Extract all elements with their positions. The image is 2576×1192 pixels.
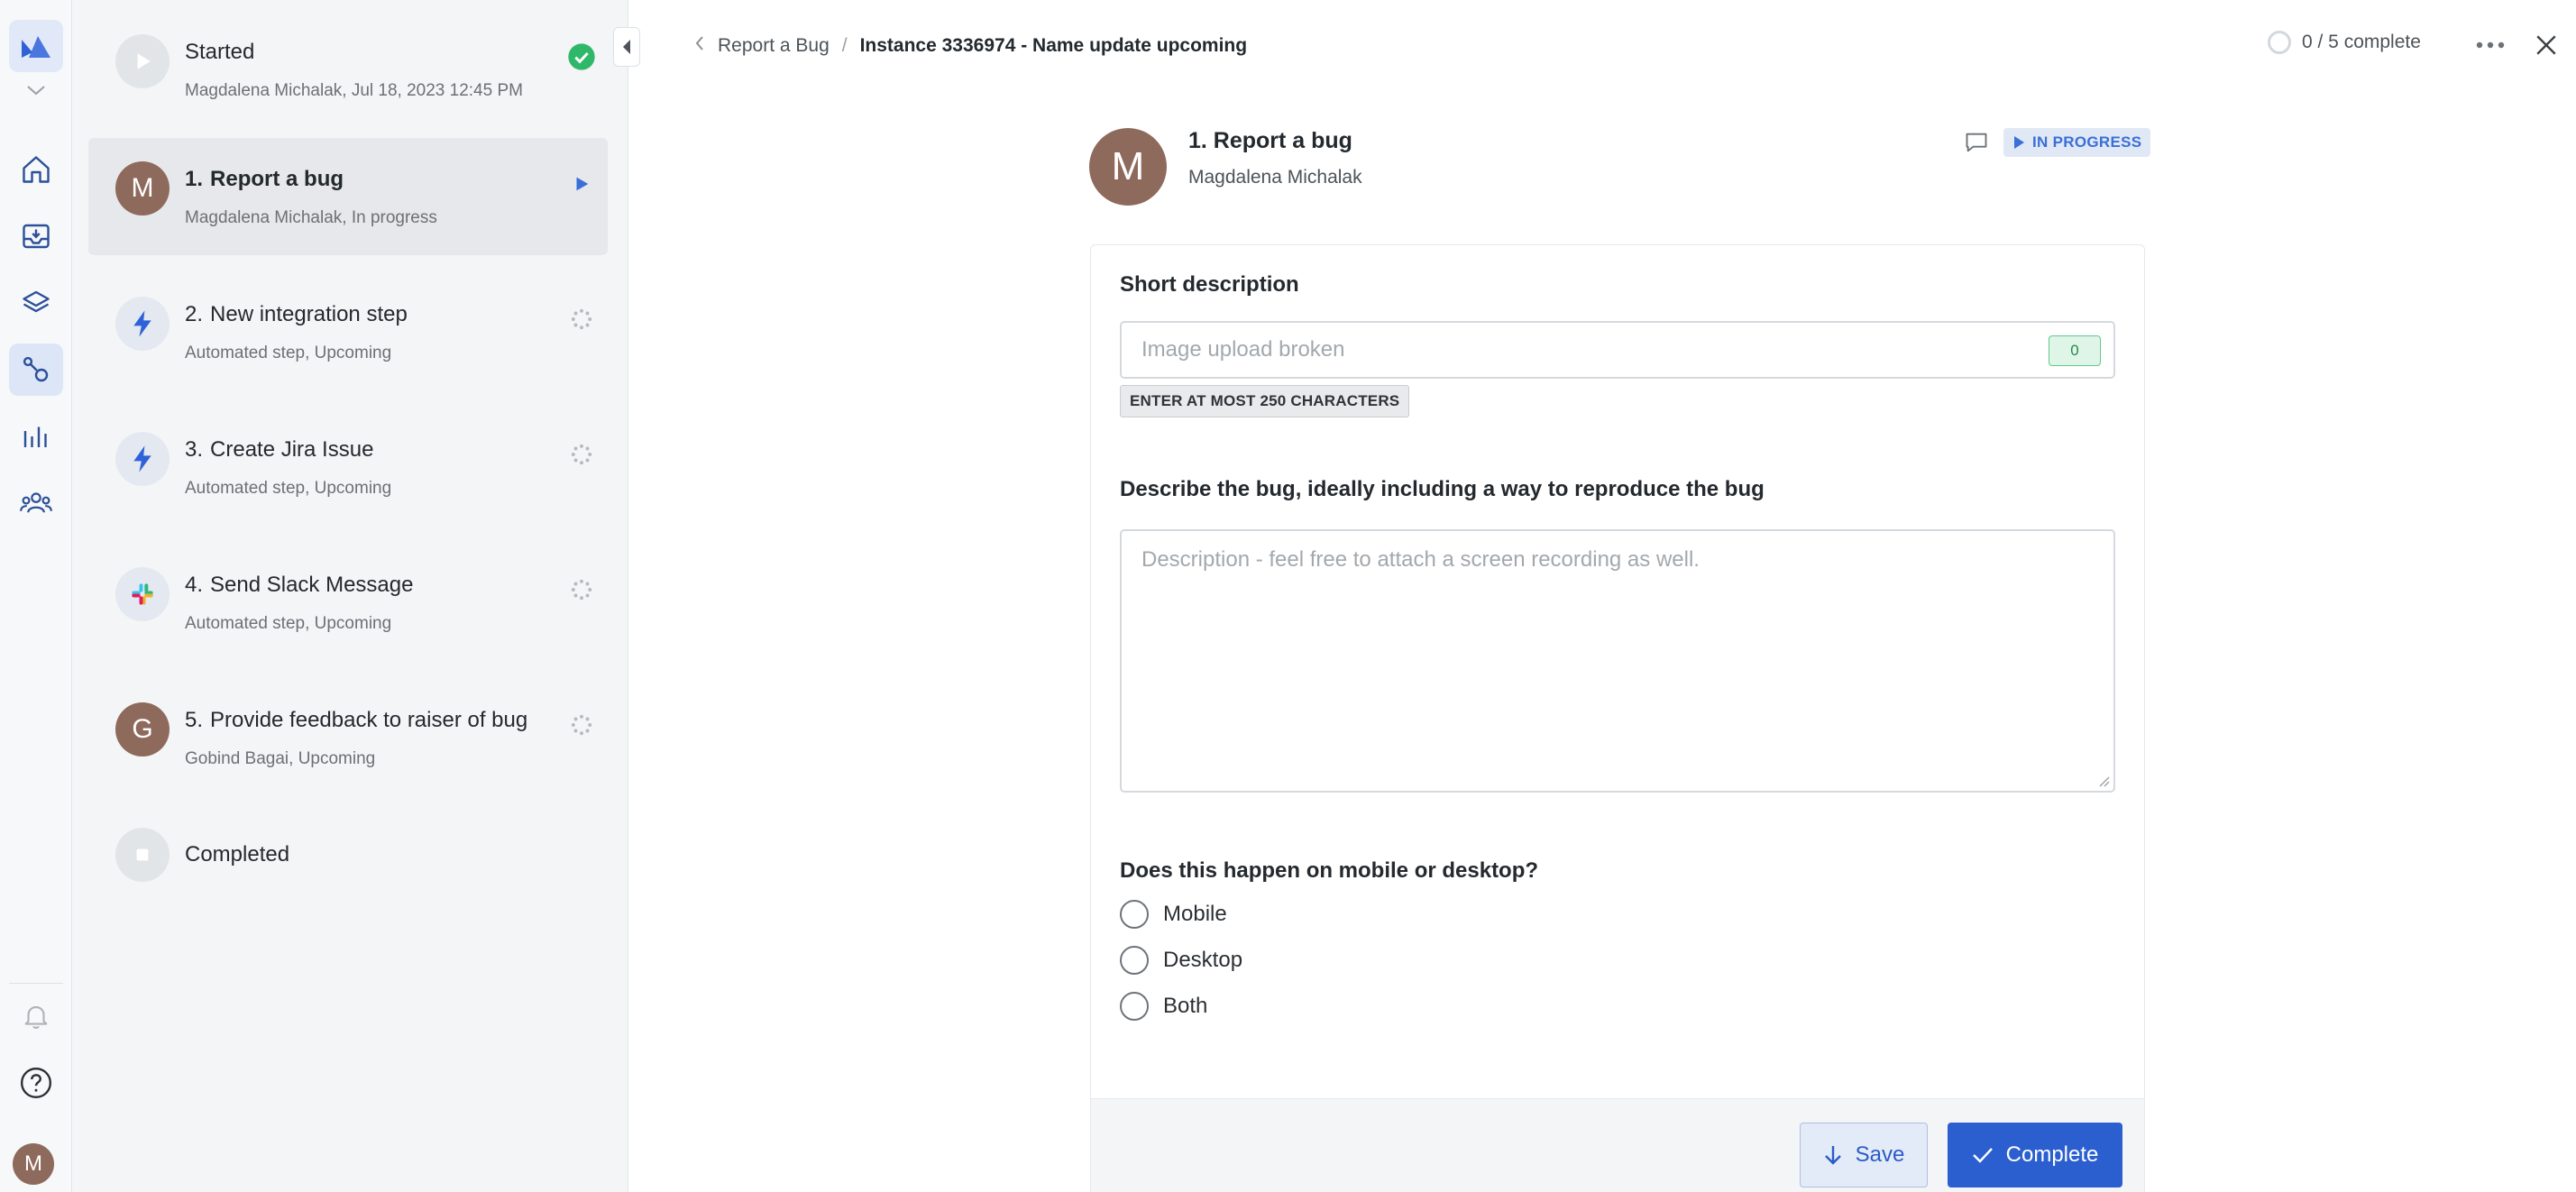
close-icon[interactable]: [2526, 25, 2566, 65]
lightning-icon: [115, 297, 170, 351]
step-title: 5. Provide feedback to raiser of bug: [185, 708, 528, 732]
task-assignee-name: Magdalena Michalak: [1188, 167, 1362, 188]
check-circle-icon: [566, 41, 597, 72]
steps-panel: Started Magdalena Michalak, Jul 18, 2023…: [72, 0, 628, 1192]
play-icon: [115, 34, 170, 88]
step-title: Started: [185, 40, 255, 64]
caret-left-icon: [623, 40, 630, 54]
step-title: 2. New integration step: [185, 302, 408, 326]
breadcrumb: Report a Bug / Instance 3336974 - Name u…: [694, 34, 1247, 58]
radio-button[interactable]: [1120, 946, 1149, 975]
breadcrumb-parent-link[interactable]: Report a Bug: [718, 35, 830, 57]
description-textarea[interactable]: [1122, 531, 2113, 791]
workflow-icon[interactable]: [9, 344, 63, 396]
reports-icon[interactable]: [9, 410, 63, 463]
short-description-label: Short description: [1120, 272, 1299, 297]
step-subtitle: Magdalena Michalak, In progress: [185, 208, 437, 227]
description-label: Describe the bug, ideally including a wa…: [1120, 477, 1765, 501]
radio-button[interactable]: [1120, 992, 1149, 1021]
step-item-send-slack-message[interactable]: 4. Send Slack Message Automated step, Upc…: [88, 544, 608, 661]
resize-grip-icon[interactable]: [2097, 775, 2110, 787]
collapse-panel-button[interactable]: [613, 27, 640, 67]
radio-desktop[interactable]: Desktop: [1120, 942, 1242, 978]
stop-icon: [115, 828, 170, 882]
user-avatar[interactable]: M: [13, 1143, 54, 1185]
arrow-down-icon: [1824, 1146, 1841, 1165]
form-card: Short description 0 ENTER AT MOST 250 CH…: [1090, 244, 2145, 1192]
form-footer: Save Complete: [1090, 1098, 2145, 1192]
chevron-left-icon[interactable]: [694, 34, 705, 58]
radio-both[interactable]: Both: [1120, 988, 1207, 1024]
rail-divider: [9, 983, 63, 984]
more-options-icon[interactable]: [2471, 27, 2510, 63]
step-completed[interactable]: Completed: [88, 804, 608, 922]
short-description-input[interactable]: [1122, 323, 2113, 377]
step-subtitle: Magdalena Michalak, Jul 18, 2023 12:45 P…: [185, 81, 523, 100]
step-item-provide-feedback[interactable]: G 5. Provide feedback to raiser of bug Go…: [88, 679, 608, 796]
people-icon[interactable]: [9, 477, 63, 529]
lightning-icon: [115, 432, 170, 486]
task-title: 1. Report a bug: [1188, 128, 1352, 153]
radio-button[interactable]: [1120, 900, 1149, 929]
step-subtitle: Automated step, Upcoming: [185, 344, 392, 362]
step-subtitle: Automated step, Upcoming: [185, 614, 392, 633]
platform-question-label: Does this happen on mobile or desktop?: [1120, 858, 1539, 883]
breadcrumb-separator: /: [841, 35, 848, 56]
upcoming-spinner-icon: [566, 439, 597, 470]
chevron-down-icon[interactable]: [22, 79, 50, 101]
radio-label: Both: [1163, 994, 1208, 1018]
upcoming-spinner-icon: [566, 574, 597, 605]
progress-text: 0 / 5 complete: [2302, 32, 2421, 52]
save-button[interactable]: Save: [1800, 1123, 1928, 1187]
check-icon: [1972, 1148, 1993, 1163]
step-title: Completed: [185, 842, 290, 866]
step-subtitle: Gobind Bagai, Upcoming: [185, 749, 376, 768]
breadcrumb-current: Instance 3336974 - Name update upcoming: [859, 35, 1248, 56]
home-icon[interactable]: [9, 143, 63, 196]
task-assignee-avatar: M: [1089, 128, 1167, 206]
comment-icon[interactable]: [1960, 126, 1993, 159]
assignee-avatar: M: [115, 161, 170, 215]
upcoming-spinner-icon: [566, 710, 597, 740]
in-progress-play-icon: [566, 169, 597, 199]
step-title: 3. Create Jira Issue: [185, 437, 374, 462]
radio-label: Mobile: [1163, 902, 1227, 926]
step-item-report-a-bug[interactable]: M 1. Report a bug Magdalena Michalak, In …: [88, 138, 608, 255]
slack-icon: [115, 567, 170, 621]
status-badge: IN PROGRESS: [2003, 128, 2151, 157]
short-description-field: 0: [1120, 321, 2115, 379]
assignee-avatar: G: [115, 702, 170, 756]
character-limit-hint: ENTER AT MOST 250 CHARACTERS: [1120, 385, 1410, 417]
step-item-new-integration-step[interactable]: 2. New integration step Automated step, U…: [88, 273, 608, 390]
step-title: 4. Send Slack Message: [185, 573, 414, 597]
inbox-icon[interactable]: [9, 210, 63, 262]
character-counter: 0: [2049, 335, 2101, 366]
description-field: [1120, 529, 2115, 793]
step-item-create-jira-issue[interactable]: 3. Create Jira Issue Automated step, Upco…: [88, 408, 608, 526]
upcoming-spinner-icon: [566, 304, 597, 335]
complete-button[interactable]: Complete: [1948, 1123, 2122, 1187]
step-started[interactable]: Started Magdalena Michalak, Jul 18, 2023…: [88, 11, 608, 128]
radio-mobile[interactable]: Mobile: [1120, 896, 1227, 932]
radio-label: Desktop: [1163, 948, 1243, 972]
bell-icon[interactable]: [9, 990, 63, 1042]
step-title: 1. Report a bug: [185, 167, 344, 191]
progress-indicator: 0 / 5 complete: [2268, 31, 2421, 54]
play-icon: [2014, 136, 2024, 149]
step-subtitle: Automated step, Upcoming: [185, 479, 392, 498]
progress-ring-icon: [2268, 31, 2291, 54]
help-icon[interactable]: [9, 1057, 63, 1109]
layers-icon[interactable]: [9, 277, 63, 329]
app-rail: M: [0, 0, 72, 1192]
logo-icon[interactable]: [9, 20, 63, 72]
